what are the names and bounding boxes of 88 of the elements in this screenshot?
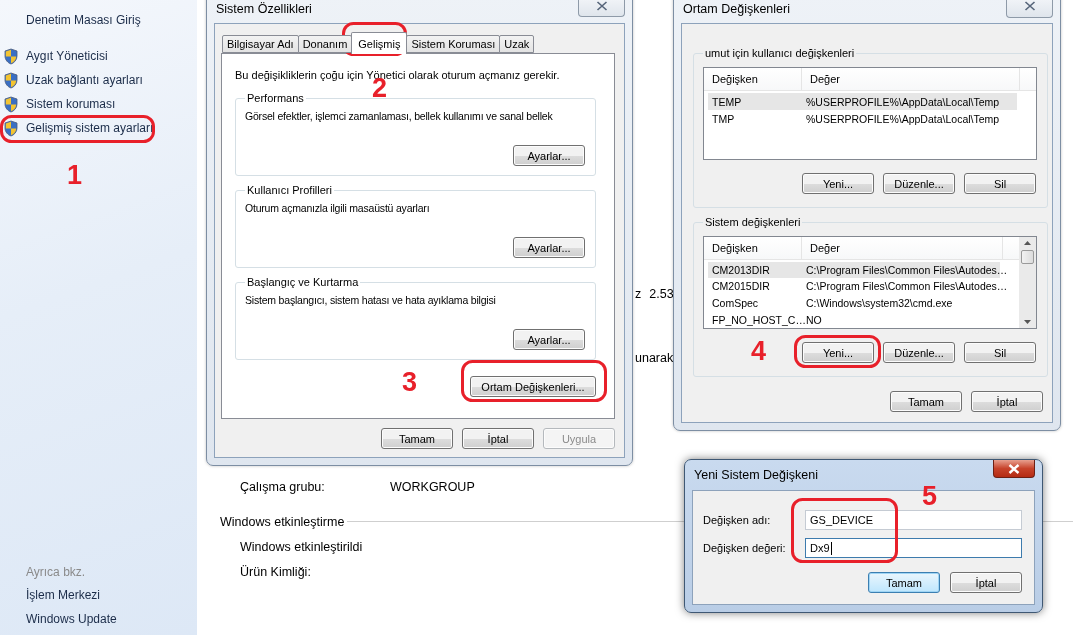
sidebar-link[interactable]: Aygıt Yöneticisi [0, 44, 197, 68]
window-title: Ortam Değişkenleri [683, 2, 790, 16]
group-title: umut için kullanıcı değişkenleri [704, 46, 856, 60]
scroll-thumb[interactable] [1021, 250, 1034, 264]
list-row[interactable]: TEMP %USERPROFILE%\AppData\Local\Temp [708, 93, 1017, 110]
group-description: Görsel efektler, işlemci zamanlaması, bellek kullanımı ve sanal bellek [245, 109, 554, 123]
sidebar-link[interactable]: İşlem Merkezi [0, 583, 197, 607]
step-number: 3 [402, 370, 418, 395]
dialog-button[interactable]: İptal [971, 391, 1043, 412]
group-title: Sistem değişkenleri [704, 215, 802, 229]
list-row[interactable]: TMP %USERPROFILE%\AppData\Local\Temp [708, 110, 1017, 127]
group-title: Kullanıcı Profilleri [246, 183, 333, 197]
group-title: Başlangıç ve Kurtarma [246, 275, 360, 289]
settings-button[interactable]: Ayarlar... [513, 237, 585, 258]
table-cell-text: C:\Windows\system32\cmd.exe [805, 296, 954, 312]
environment-variables-button[interactable]: Ortam Değişkenleri... [470, 376, 596, 397]
sidebar-link[interactable]: Windows Update [0, 607, 197, 631]
step-number: 1 [67, 163, 83, 188]
tab[interactable]: Donanım [297, 35, 353, 53]
shield-icon [3, 95, 19, 113]
partial-text: z [635, 287, 642, 301]
input-field[interactable]: Dx9 [805, 538, 1022, 558]
dialog-button[interactable]: Yeni... [802, 342, 874, 363]
column-header[interactable]: Değişken [704, 68, 802, 90]
sidebar-link[interactable]: Uzak bağlantı ayarları [0, 68, 197, 92]
window-title: Yeni Sistem Değişkeni [694, 468, 818, 482]
tab[interactable]: Uzak [499, 35, 535, 53]
dialog-button[interactable]: Tamam [890, 391, 962, 412]
dialog-button[interactable]: İptal [462, 428, 534, 449]
dialog-button[interactable]: Sil [964, 173, 1036, 194]
close-icon [595, 0, 608, 11]
close-icon [1008, 463, 1020, 474]
step-number: 4 [751, 339, 767, 364]
table-cell-text: %USERPROFILE%\AppData\Local\Temp [805, 94, 1001, 110]
scroll-down-icon[interactable] [1024, 320, 1031, 324]
sidebar-link[interactable]: Denetim Masası Giriş [0, 8, 197, 32]
table-cell-text: CM2015DIR [711, 279, 771, 295]
table-cell-text: TMP [711, 111, 736, 127]
list-row[interactable]: ComSpec C:\Windows\system32\cmd.exe [708, 294, 1000, 312]
partial-text: 2.53 [649, 287, 674, 301]
settings-button[interactable]: Ayarlar... [513, 145, 585, 166]
column-header[interactable]: Değer [802, 68, 1020, 90]
dialog-button[interactable]: Sil [964, 342, 1036, 363]
window-title: Sistem Özellikleri [216, 2, 312, 16]
dialog-button[interactable]: Tamam [868, 572, 940, 593]
group-description: Sistem başlangıcı, sistem hatası ve hata ayıklama bilgisi [245, 293, 497, 307]
table-cell-text: TEMP [711, 94, 743, 110]
field-label: Çalışma grubu: [240, 479, 326, 494]
field-label: Değişken değeri: [703, 542, 787, 554]
section-heading: Ayrıca bkz. [25, 564, 87, 581]
settings-button[interactable]: Ayarlar... [513, 329, 585, 350]
field-value: WORKGROUP [390, 479, 475, 494]
close-icon [1023, 1, 1036, 11]
table-cell-text: NO [805, 312, 823, 328]
table-cell-text: %USERPROFILE%\AppData\Local\Temp [805, 111, 1001, 127]
table-cell-text: C:\Program Files\Common Files\Autodes… [805, 279, 1008, 295]
column-header[interactable]: Değer [802, 237, 1003, 259]
shield-icon [3, 71, 19, 89]
group-description: Oturum açmanızla ilgili masaüstü ayarları [245, 201, 431, 215]
table-cell-text: CM2013DIR [711, 262, 771, 278]
dialog-button[interactable]: Düzenle... [883, 173, 955, 194]
tab[interactable]: Sistem Koruması [406, 35, 501, 53]
field-label: Değişken adı: [703, 514, 772, 526]
column-header[interactable]: Değişken [704, 237, 802, 259]
scroll-up-icon[interactable] [1024, 241, 1031, 245]
dialog-button[interactable]: Tamam [381, 428, 453, 449]
sidebar-link[interactable]: Gelişmiş sistem ayarları [0, 116, 197, 140]
section-heading: Windows etkinleştirme [220, 514, 345, 529]
status-text: Windows etkinleştirildi [240, 539, 363, 554]
shield-icon [3, 119, 19, 137]
dialog-button[interactable]: Düzenle... [883, 342, 955, 363]
partial-text: unarak [635, 351, 674, 365]
text-caret [830, 541, 832, 555]
step-number: 5 [922, 484, 938, 509]
sidebar-link[interactable]: Sistem koruması [0, 92, 197, 116]
dialog-button[interactable]: İptal [950, 572, 1022, 593]
group-title: Performans [246, 91, 305, 105]
input-field[interactable]: GS_DEVICE [805, 510, 1022, 530]
table-cell-text: C:\Program Files\Common Files\Autodes… [805, 262, 1008, 278]
scrollbar[interactable] [1019, 237, 1036, 328]
tab[interactable]: Bilgisayar Adı [222, 35, 299, 53]
close-button[interactable] [993, 460, 1035, 478]
list-row[interactable]: FP_NO_HOST_C…NO [708, 311, 1000, 328]
field-label: Ürün Kimliği: [240, 564, 311, 579]
shield-icon [3, 47, 19, 65]
dialog-button[interactable]: Yeni... [802, 173, 874, 194]
tab[interactable]: Gelişmiş [351, 32, 408, 54]
table-cell-text: ComSpec [711, 296, 760, 312]
